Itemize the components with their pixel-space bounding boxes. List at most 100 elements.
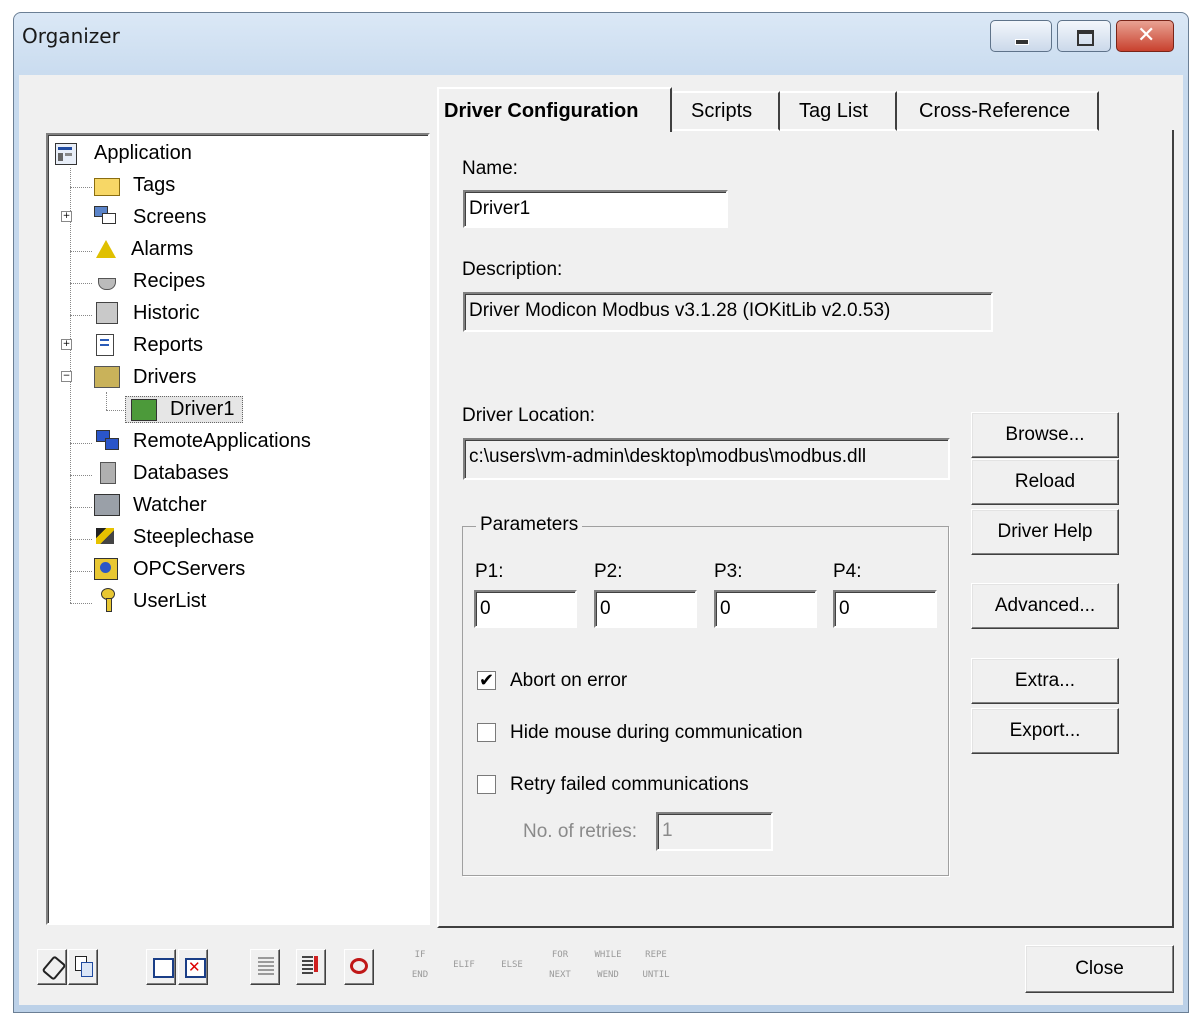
tree-line [70, 475, 92, 476]
tree-line [70, 507, 92, 508]
p1-field[interactable]: 0 [474, 590, 577, 628]
browse-button[interactable]: Browse... [971, 412, 1119, 458]
tree-item-driver1[interactable]: Driver1 [170, 398, 234, 421]
name-label: Name: [462, 158, 518, 179]
tree-line [70, 571, 92, 572]
p4-label: P4: [833, 561, 862, 582]
p2-label: P2: [594, 561, 623, 582]
tree-line [106, 410, 124, 411]
reload-button[interactable]: Reload [971, 459, 1119, 505]
tree-item-steeplechase[interactable]: Steeplechase [133, 526, 254, 549]
remote-applications-icon [96, 430, 119, 450]
application-icon [55, 143, 77, 165]
repeat-until-button: REPE UNTIL [642, 950, 670, 980]
tags-folder-icon [94, 178, 120, 196]
steeplechase-icon [94, 526, 114, 546]
tree-item-drivers[interactable]: Drivers [133, 366, 196, 389]
erase-icon[interactable] [37, 949, 67, 985]
expand-reports-icon[interactable]: + [61, 339, 72, 350]
tree-item-tags[interactable]: Tags [133, 174, 175, 197]
p3-field[interactable]: 0 [714, 590, 817, 628]
key-icon [98, 588, 118, 612]
databases-icon [100, 462, 116, 484]
tree-line [70, 539, 92, 540]
tree-item-watcher[interactable]: Watcher [133, 494, 207, 517]
hide-mouse-label: Hide mouse during communication [510, 722, 803, 743]
retry-failed-checkbox[interactable] [477, 775, 496, 794]
expand-screens-icon[interactable]: + [61, 211, 72, 222]
table-icon[interactable] [146, 949, 176, 985]
retries-field: 1 [656, 812, 773, 851]
opc-servers-icon [94, 558, 118, 580]
tree-item-userlist[interactable]: UserList [133, 590, 206, 613]
tree-line [70, 187, 92, 188]
if-end-button: IF END [411, 950, 429, 980]
abort-on-error-label: Abort on error [510, 670, 628, 691]
tree-line [70, 603, 92, 604]
alarm-bell-icon [96, 240, 116, 260]
sync-icon[interactable] [344, 949, 374, 985]
elif-button: ELIF [453, 960, 475, 970]
tab-driver-configuration[interactable]: Driver Configuration [437, 87, 672, 132]
tree-item-historic[interactable]: Historic [133, 302, 200, 325]
tree-item-application[interactable]: Application [94, 142, 192, 165]
retry-failed-label: Retry failed communications [510, 774, 749, 795]
tree-item-opcservers[interactable]: OPCServers [133, 558, 245, 581]
tree-line [70, 168, 71, 603]
tree-item-recipes[interactable]: Recipes [133, 270, 205, 293]
close-x-icon: ✕ [1137, 23, 1156, 48]
driver-icon [131, 399, 157, 421]
recipes-icon [96, 270, 116, 290]
driver-location-field: c:\users\vm-admin\desktop\modbus\modbus.… [463, 438, 950, 480]
tree-item-reports[interactable]: Reports [133, 334, 203, 357]
abort-on-error-checkbox[interactable]: ✔ [477, 671, 496, 690]
historic-icon [96, 302, 118, 324]
advanced-button[interactable]: Advanced... [971, 583, 1119, 629]
extra-button[interactable]: Extra... [971, 658, 1119, 704]
driver-help-button[interactable]: Driver Help [971, 509, 1119, 555]
p2-field[interactable]: 0 [594, 590, 697, 628]
window-title: Organizer [22, 24, 120, 48]
tree-line [70, 443, 92, 444]
collapse-drivers-icon[interactable]: − [61, 371, 72, 382]
tree-line [70, 315, 92, 316]
export-button[interactable]: Export... [971, 708, 1119, 754]
tree-item-databases[interactable]: Databases [133, 462, 229, 485]
p4-field[interactable]: 0 [833, 590, 937, 628]
tab-cross-reference[interactable]: Cross-Reference [897, 91, 1099, 131]
tree-line [106, 392, 107, 410]
table-delete-icon[interactable]: ✕ [178, 949, 208, 985]
minimize-button[interactable] [990, 20, 1052, 52]
tree-line [70, 283, 92, 284]
description-label: Description: [462, 259, 563, 280]
p1-label: P1: [475, 561, 504, 582]
while-wend-button: WHILE WEND [594, 950, 622, 980]
tab-scripts[interactable]: Scripts [673, 91, 780, 131]
retries-label: No. of retries: [523, 821, 638, 842]
maximize-button[interactable] [1057, 20, 1111, 52]
export-tags-icon[interactable] [296, 949, 326, 985]
screens-icon [94, 206, 116, 226]
watcher-icon [94, 494, 120, 516]
tree-line [70, 251, 92, 252]
tree-item-screens[interactable]: Screens [133, 206, 206, 229]
tab-tag-list[interactable]: Tag List [780, 91, 897, 131]
hide-mouse-checkbox[interactable] [477, 723, 496, 742]
for-next-button: FOR NEXT [549, 950, 571, 980]
close-button[interactable]: Close [1025, 945, 1174, 993]
else-button: ELSE [501, 960, 523, 970]
minimize-icon [1015, 39, 1029, 45]
parameters-label: Parameters [476, 514, 583, 536]
name-field[interactable]: Driver1 [463, 190, 728, 228]
maximize-icon [1077, 30, 1094, 46]
drivers-icon [94, 366, 120, 388]
description-field: Driver Modicon Modbus v3.1.28 (IOKitLib … [463, 292, 993, 332]
close-window-button[interactable]: ✕ [1116, 20, 1174, 52]
copy-icon[interactable] [68, 949, 98, 985]
tree-item-remoteapplications[interactable]: RemoteApplications [133, 430, 311, 453]
p3-label: P3: [714, 561, 743, 582]
function-icon [250, 949, 280, 985]
tree-item-alarms[interactable]: Alarms [131, 238, 193, 261]
reports-icon [96, 334, 114, 356]
driver-location-label: Driver Location: [462, 405, 596, 426]
